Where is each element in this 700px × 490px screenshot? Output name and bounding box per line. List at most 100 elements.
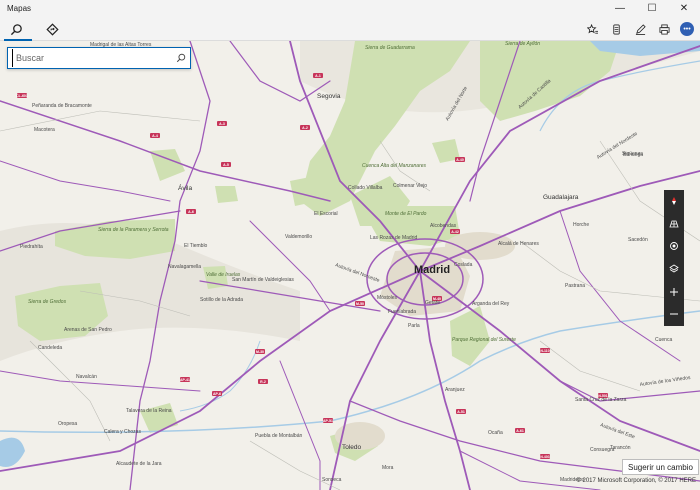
maximize-icon: ☐ bbox=[647, 3, 657, 14]
place-label: Sonseca bbox=[322, 477, 342, 483]
collections-button[interactable] bbox=[604, 17, 628, 41]
zoom-out-button[interactable] bbox=[664, 303, 684, 326]
place-label: Santa Cruz de la Zarza bbox=[575, 397, 627, 403]
layers-icon bbox=[669, 264, 679, 273]
route-shield-label: A-2 bbox=[302, 126, 308, 130]
tilt-button[interactable] bbox=[664, 213, 684, 236]
place-label: Puebla de Montalbán bbox=[255, 433, 302, 439]
map-controls bbox=[664, 190, 684, 326]
toolbar-actions: ••• bbox=[580, 17, 700, 41]
route-shield-label: AP-41 bbox=[180, 378, 190, 382]
park-label: Sierra de Ayllón bbox=[505, 41, 540, 47]
route-shield-label: AP-51 bbox=[323, 419, 333, 423]
directions-icon bbox=[45, 22, 59, 36]
print-icon bbox=[659, 24, 669, 34]
plus-icon bbox=[670, 287, 678, 296]
minimize-icon: — bbox=[615, 3, 625, 14]
place-label: Las Rozas de Madrid bbox=[370, 235, 417, 241]
route-shield-label: A-5 bbox=[223, 163, 229, 167]
show-my-location-button[interactable] bbox=[664, 235, 684, 258]
route-shield-label: R-2 bbox=[260, 380, 266, 384]
close-button[interactable]: ✕ bbox=[668, 0, 700, 17]
route-shield-label: M-50 bbox=[356, 302, 364, 306]
place-label: Cuenca bbox=[655, 337, 672, 343]
place-label: Candeleda bbox=[38, 345, 62, 351]
pen-icon bbox=[635, 23, 646, 35]
user-avatar[interactable]: ••• bbox=[680, 22, 694, 36]
suggest-change-button[interactable]: Sugerir un cambio bbox=[622, 459, 699, 475]
route-shield-label: A-4 bbox=[152, 134, 158, 138]
route-shield-label: N-403 bbox=[540, 455, 550, 459]
search-tab[interactable] bbox=[0, 17, 32, 41]
minus-icon bbox=[670, 313, 678, 315]
map-canvas[interactable]: A-1 A-2 A-3 A-4 A-5 A-6 A-40 A-42 M-40 M… bbox=[0, 41, 700, 490]
place-label: Alcaudete de la Jara bbox=[116, 461, 162, 467]
location-icon bbox=[670, 242, 678, 251]
place-label: Madrid bbox=[414, 264, 450, 276]
park-label: Parque Regional del Sureste bbox=[452, 337, 516, 343]
place-label: Arganda del Rey bbox=[472, 301, 510, 307]
maximize-button[interactable]: ☐ bbox=[636, 0, 668, 17]
place-label: Aranjuez bbox=[445, 387, 465, 393]
star-list-icon bbox=[586, 23, 598, 34]
place-label: Getafe bbox=[425, 300, 440, 306]
place-label: Navalcán bbox=[76, 374, 97, 380]
place-label: Toledo bbox=[342, 444, 362, 451]
place-label: Talavera de la Reina bbox=[126, 408, 172, 414]
route-shield-label: A-3 bbox=[219, 122, 225, 126]
app-title: Mapas bbox=[7, 4, 32, 13]
place-label: Sacedón bbox=[628, 237, 648, 243]
map-view[interactable]: A-1 A-2 A-3 A-4 A-5 A-6 A-40 A-42 M-40 M… bbox=[0, 41, 700, 490]
park-label: Sierra de Gredos bbox=[28, 299, 67, 305]
compass-icon bbox=[672, 197, 676, 206]
place-label: Móstoles bbox=[377, 295, 398, 301]
collections-icon bbox=[612, 24, 620, 34]
place-label: Fuenlabrada bbox=[388, 309, 416, 315]
place-label: Consuegra bbox=[590, 447, 615, 453]
route-shield-label: A-6 bbox=[188, 210, 194, 214]
copyright-text: © 2017 Microsoft Corporation, © 2017 HER… bbox=[576, 478, 696, 484]
place-label: Collado Villalba bbox=[348, 185, 383, 191]
place-label: Sotillo de la Adrada bbox=[200, 297, 243, 303]
rotate-north-button[interactable] bbox=[664, 190, 684, 213]
zoom-in-button[interactable] bbox=[664, 280, 684, 303]
search-submit-button[interactable] bbox=[172, 49, 190, 67]
route-shield-label: A-61 bbox=[516, 429, 524, 433]
place-label: Macotera bbox=[34, 127, 55, 133]
map-views-button[interactable] bbox=[664, 258, 684, 281]
place-label: Colmenar Viejo bbox=[393, 183, 427, 189]
place-label: Coslada bbox=[454, 262, 473, 268]
toolbar: ••• bbox=[0, 17, 700, 41]
grid-icon bbox=[669, 220, 679, 228]
route-shield-label: CL-601 bbox=[16, 94, 28, 98]
search-input[interactable] bbox=[12, 49, 172, 67]
place-label: El Tiemblo bbox=[184, 243, 208, 249]
place-label: San Martín de Valdeiglesias bbox=[232, 277, 294, 283]
ink-button[interactable] bbox=[628, 17, 652, 41]
favorites-button[interactable] bbox=[580, 17, 604, 41]
place-label: Horche bbox=[573, 222, 589, 228]
route-shield-label: A-40 bbox=[456, 158, 464, 162]
park-label: Sierra de la Paramera y Serrota bbox=[98, 227, 169, 233]
title-bar: Mapas — ☐ ✕ bbox=[0, 0, 700, 17]
place-label: Segovia bbox=[317, 93, 341, 100]
place-label: Calera y Chozas bbox=[104, 429, 141, 435]
route-shield-label: A-51 bbox=[457, 410, 465, 414]
directions-tab[interactable] bbox=[36, 17, 68, 41]
place-label: Ávila bbox=[178, 183, 192, 192]
place-label: Ocaña bbox=[488, 430, 503, 436]
search-icon bbox=[10, 23, 22, 35]
search-icon bbox=[176, 53, 186, 63]
place-label: Mora bbox=[382, 465, 394, 471]
route-shield-label: A-42 bbox=[451, 230, 459, 234]
print-button[interactable] bbox=[652, 17, 676, 41]
minimize-button[interactable]: — bbox=[604, 0, 636, 17]
more-icon: ••• bbox=[683, 25, 691, 33]
place-label: Alcobendas bbox=[430, 223, 457, 229]
close-icon: ✕ bbox=[679, 3, 689, 14]
place-label: Piedrahíta bbox=[20, 244, 43, 250]
place-label: Valdemorillo bbox=[285, 234, 312, 240]
search-box bbox=[7, 47, 191, 69]
place-label: Parla bbox=[408, 323, 420, 329]
place-label: Brihuega bbox=[623, 152, 643, 158]
